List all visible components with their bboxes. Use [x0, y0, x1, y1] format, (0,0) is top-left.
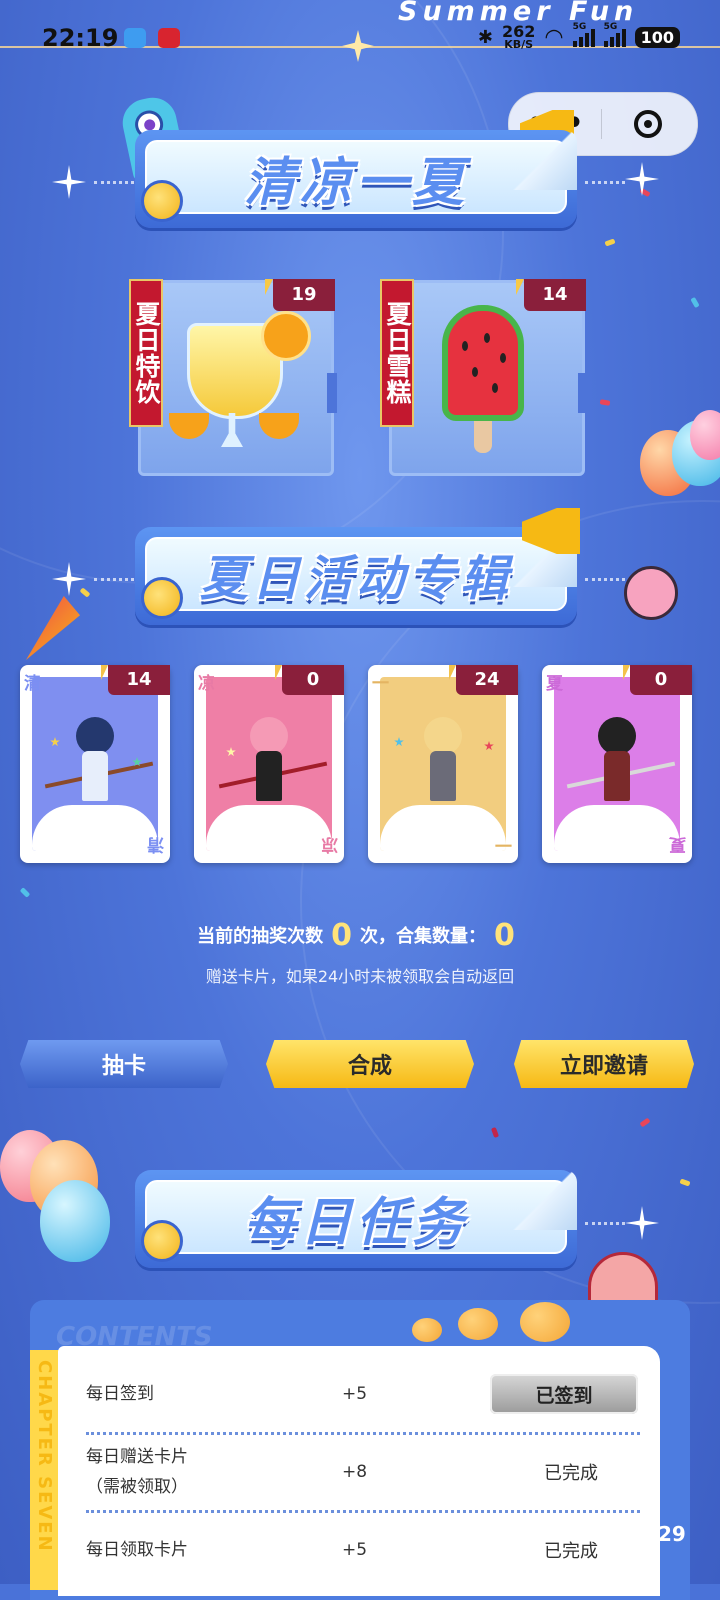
close-button[interactable] — [602, 110, 694, 138]
decor-dots — [585, 181, 625, 187]
card-label-flipped: 夏 — [669, 834, 686, 854]
star-icon — [226, 747, 236, 757]
summer-activities-banner: 夏日活动专辑 — [135, 527, 577, 625]
cloud-decor-icon — [458, 1308, 498, 1340]
character-card-liang[interactable]: 凉 凉 0 — [194, 665, 344, 863]
card-art — [380, 677, 506, 851]
balloon-icon — [40, 1180, 110, 1262]
card-label: 清 — [24, 674, 41, 694]
card-label: 凉 — [198, 674, 215, 694]
decor-dots — [585, 1222, 625, 1228]
task-name: 每日赠送卡片 （需被领取） — [86, 1434, 188, 1510]
task-status: 已完成 — [544, 1541, 598, 1562]
orange-slice-icon — [261, 311, 311, 361]
draw-count-info: 当前的抽奖次数 0 次，合集数量： 0 — [0, 918, 720, 953]
task-name: 每日领取卡片 — [86, 1540, 188, 1560]
balloon-icon — [690, 410, 720, 460]
character-card-yi[interactable]: 一 一 24 — [368, 665, 518, 863]
banner-title: 每日任务 — [243, 1192, 468, 1253]
combine-button[interactable]: 合成 — [266, 1040, 474, 1088]
watermelon-popsicle-icon — [442, 305, 524, 421]
notification-app-icon — [158, 28, 180, 48]
weather-app-icon — [124, 28, 146, 48]
daily-tasks-panel: 每日签到 +5 已签到 每日赠送卡片 （需被领取） +8 已完成 每日领取卡片 … — [58, 1346, 660, 1596]
card-count-badge: 24 — [449, 665, 518, 695]
signal-icon-sim2: 5G — [603, 22, 626, 47]
decor-dots — [94, 181, 134, 187]
drink-count-badge: 14 — [516, 279, 586, 311]
task-row-checkin: 每日签到 +5 已签到 — [86, 1356, 640, 1435]
panel-side-label: CHAPTER SEVEN — [34, 1360, 55, 1553]
gift-note: 赠送卡片，如果24小时未被领取会自动返回 — [205, 967, 515, 986]
checked-in-button[interactable]: 已签到 — [490, 1374, 638, 1414]
card-art — [206, 677, 332, 851]
target-close-icon — [634, 110, 662, 138]
banner-title: 夏日活动专辑 — [199, 551, 512, 607]
banner-fold — [513, 130, 577, 190]
task-points: +8 — [342, 1462, 368, 1482]
star-icon — [484, 741, 494, 751]
header-star-icon — [342, 30, 374, 62]
daily-tasks-banner: 每日任务 — [135, 1170, 577, 1268]
orange-wedge-icon — [259, 413, 299, 439]
chibi-character-icon — [44, 717, 154, 813]
status-bar: Summer Fun 22:19 ✱ 262 KB/S ◠ 5G 5G 100 — [0, 0, 720, 70]
chibi-character-icon — [218, 717, 328, 813]
chibi-character-icon — [412, 717, 472, 813]
card-label-flipped: 凉 — [321, 834, 338, 854]
drink-count-badge: 19 — [265, 279, 335, 311]
task-subtitle: （需被领取） — [86, 1477, 188, 1497]
banner-title: 清凉一夏 — [243, 152, 468, 213]
draws-label: 当前的抽奖次数 — [197, 926, 324, 947]
task-row-receive-card: 每日领取卡片 +5 已完成 — [86, 1512, 640, 1588]
drink-tag: 夏日雪糕 — [380, 279, 414, 427]
net-speed: 262 KB/S — [501, 22, 536, 51]
page-number: 29 — [658, 1522, 686, 1546]
battery-icon: 100 — [634, 26, 680, 48]
signal-icon-sim1: 5G — [572, 22, 595, 47]
wifi-icon: ◠ — [544, 24, 564, 50]
task-row-gift-card: 每日赠送卡片 （需被领取） +8 已完成 — [86, 1434, 640, 1513]
banner-coin-icon — [141, 577, 183, 619]
status-time: 22:19 — [42, 24, 119, 52]
task-points: +5 — [342, 1384, 368, 1404]
invite-button[interactable]: 立即邀请 — [514, 1040, 694, 1088]
chibi-character-icon — [566, 717, 676, 813]
drink-tag: 夏日特饮 — [129, 279, 163, 427]
draws-value: 0 — [331, 918, 352, 953]
card-count-badge: 0 — [623, 665, 692, 695]
task-points: +5 — [342, 1540, 368, 1560]
card-label: 一 — [372, 674, 389, 694]
star-icon — [394, 737, 404, 747]
banner-coin-icon — [141, 1220, 183, 1262]
star-icon — [50, 737, 60, 747]
task-status: 已完成 — [544, 1463, 598, 1484]
chibi-girl-pink-icon — [624, 566, 678, 620]
drink-card-summer-drink[interactable]: 夏日特饮 19 — [129, 279, 337, 476]
draws-unit: 次，合集数量： — [360, 926, 486, 947]
decor-dots — [94, 578, 134, 584]
task-name: 每日签到 — [86, 1384, 154, 1404]
draw-card-button[interactable]: 抽卡 — [20, 1040, 228, 1088]
cloud-decor-icon — [520, 1302, 570, 1342]
orange-wedge-icon — [169, 413, 209, 439]
card-count-badge: 14 — [101, 665, 170, 695]
character-card-xia[interactable]: 夏 夏 0 — [542, 665, 692, 863]
cloud-decor-icon — [412, 1318, 442, 1342]
collection-value: 0 — [494, 918, 515, 953]
card-label: 夏 — [546, 674, 563, 694]
banner-fold — [513, 1170, 577, 1230]
card-art — [32, 677, 158, 851]
bluetooth-icon: ✱ — [477, 26, 493, 48]
status-icons: ✱ 262 KB/S ◠ 5G 5G 100 — [477, 22, 680, 51]
drink-card-summer-icecream[interactable]: 夏日雪糕 14 — [380, 279, 588, 476]
card-label-flipped: 清 — [147, 834, 164, 854]
decor-dots — [585, 578, 625, 584]
card-label-flipped: 一 — [495, 834, 512, 854]
banner-coin-icon — [141, 180, 183, 222]
card-count-badge: 0 — [275, 665, 344, 695]
character-card-qing[interactable]: 清 清 14 — [20, 665, 170, 863]
summer-cool-banner: 清凉一夏 — [135, 130, 577, 228]
card-art — [554, 677, 680, 851]
